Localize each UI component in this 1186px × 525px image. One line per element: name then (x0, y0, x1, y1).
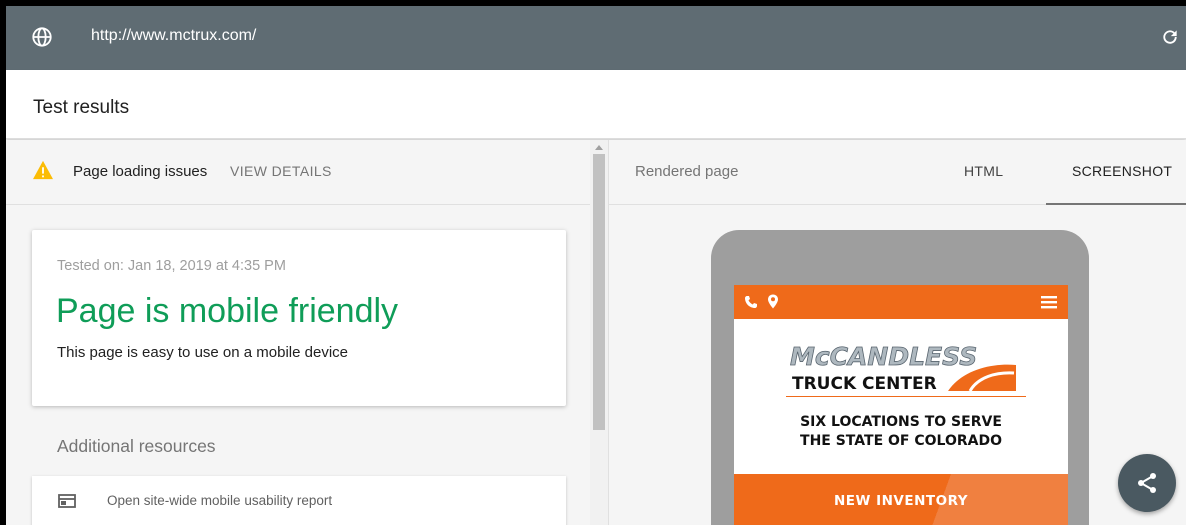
share-icon (1138, 473, 1156, 493)
additional-resources-heading: Additional resources (57, 436, 216, 456)
url-text[interactable]: http://www.mctrux.com/ (91, 27, 256, 45)
tab-screenshot[interactable]: SCREENSHOT (1046, 140, 1186, 205)
results-pane: Page loading issues VIEW DETAILS Tested … (6, 140, 590, 525)
scroll-up-arrow[interactable] (595, 145, 603, 150)
tab-html[interactable]: HTML (964, 163, 1003, 179)
page-header: Test results (6, 70, 1186, 139)
tagline-line-1: SIX LOCATIONS TO SERVE (800, 414, 1002, 430)
warning-icon (33, 160, 53, 180)
rendered-page-label: Rendered page (635, 163, 739, 180)
url-bar: http://www.mctrux.com/ (6, 6, 1186, 70)
new-inventory-button[interactable]: NEW INVENTORY (734, 474, 1068, 525)
tab-screenshot-label: SCREENSHOT (1072, 163, 1173, 179)
scroll-thumb[interactable] (593, 154, 605, 430)
refresh-icon[interactable] (1160, 26, 1180, 48)
tagline-line-2: THE STATE OF COLORADO (800, 433, 1002, 449)
site-logo: McCANDLESS TRUCK CENTER (790, 342, 1016, 394)
logo-divider (786, 396, 1026, 397)
tab-selected-indicator (1046, 203, 1186, 205)
logo-sub-text: TRUCK CENTER (792, 374, 937, 394)
resource-item[interactable]: Open site-wide mobile usability report (32, 476, 566, 525)
phone-icon (745, 296, 757, 308)
issues-label: Page loading issues (73, 163, 208, 180)
tested-on-text: Tested on: Jan 18, 2019 at 4:35 PM (57, 258, 286, 274)
test-results-window: http://www.mctrux.com/ Test results Page… (6, 6, 1186, 525)
location-pin-icon (768, 294, 778, 309)
menu-icon (1041, 296, 1057, 309)
phone-screen: McCANDLESS TRUCK CENTER SIX LOCATIONS TO… (734, 285, 1068, 525)
rendered-page-pane: Rendered page HTML SCREENSHOT McCANDLESS… (609, 140, 1186, 525)
report-icon (58, 494, 76, 508)
resource-item-label[interactable]: Open site-wide mobile usability report (107, 493, 332, 508)
issues-bar: Page loading issues VIEW DETAILS (6, 140, 590, 205)
view-details-link[interactable]: VIEW DETAILS (230, 163, 332, 179)
phone-mockup: McCANDLESS TRUCK CENTER SIX LOCATIONS TO… (711, 230, 1089, 525)
new-inventory-label: NEW INVENTORY (833, 493, 969, 509)
rendered-page-bar: Rendered page HTML SCREENSHOT (609, 140, 1186, 205)
page-title: Test results (33, 97, 130, 118)
site-tagline: SIX LOCATIONS TO SERVE THE STATE OF COLO… (734, 413, 1068, 451)
scrollbar[interactable] (590, 140, 608, 525)
share-button[interactable] (1118, 454, 1176, 512)
globe-icon (32, 27, 52, 47)
logo-brand-text: McCANDLESS (790, 342, 977, 371)
result-card: Tested on: Jan 18, 2019 at 4:35 PM Page … (32, 230, 566, 406)
verdict-description: This page is easy to use on a mobile dev… (57, 344, 348, 361)
site-top-bar (734, 285, 1068, 319)
verdict-heading: Page is mobile friendly (56, 292, 399, 330)
